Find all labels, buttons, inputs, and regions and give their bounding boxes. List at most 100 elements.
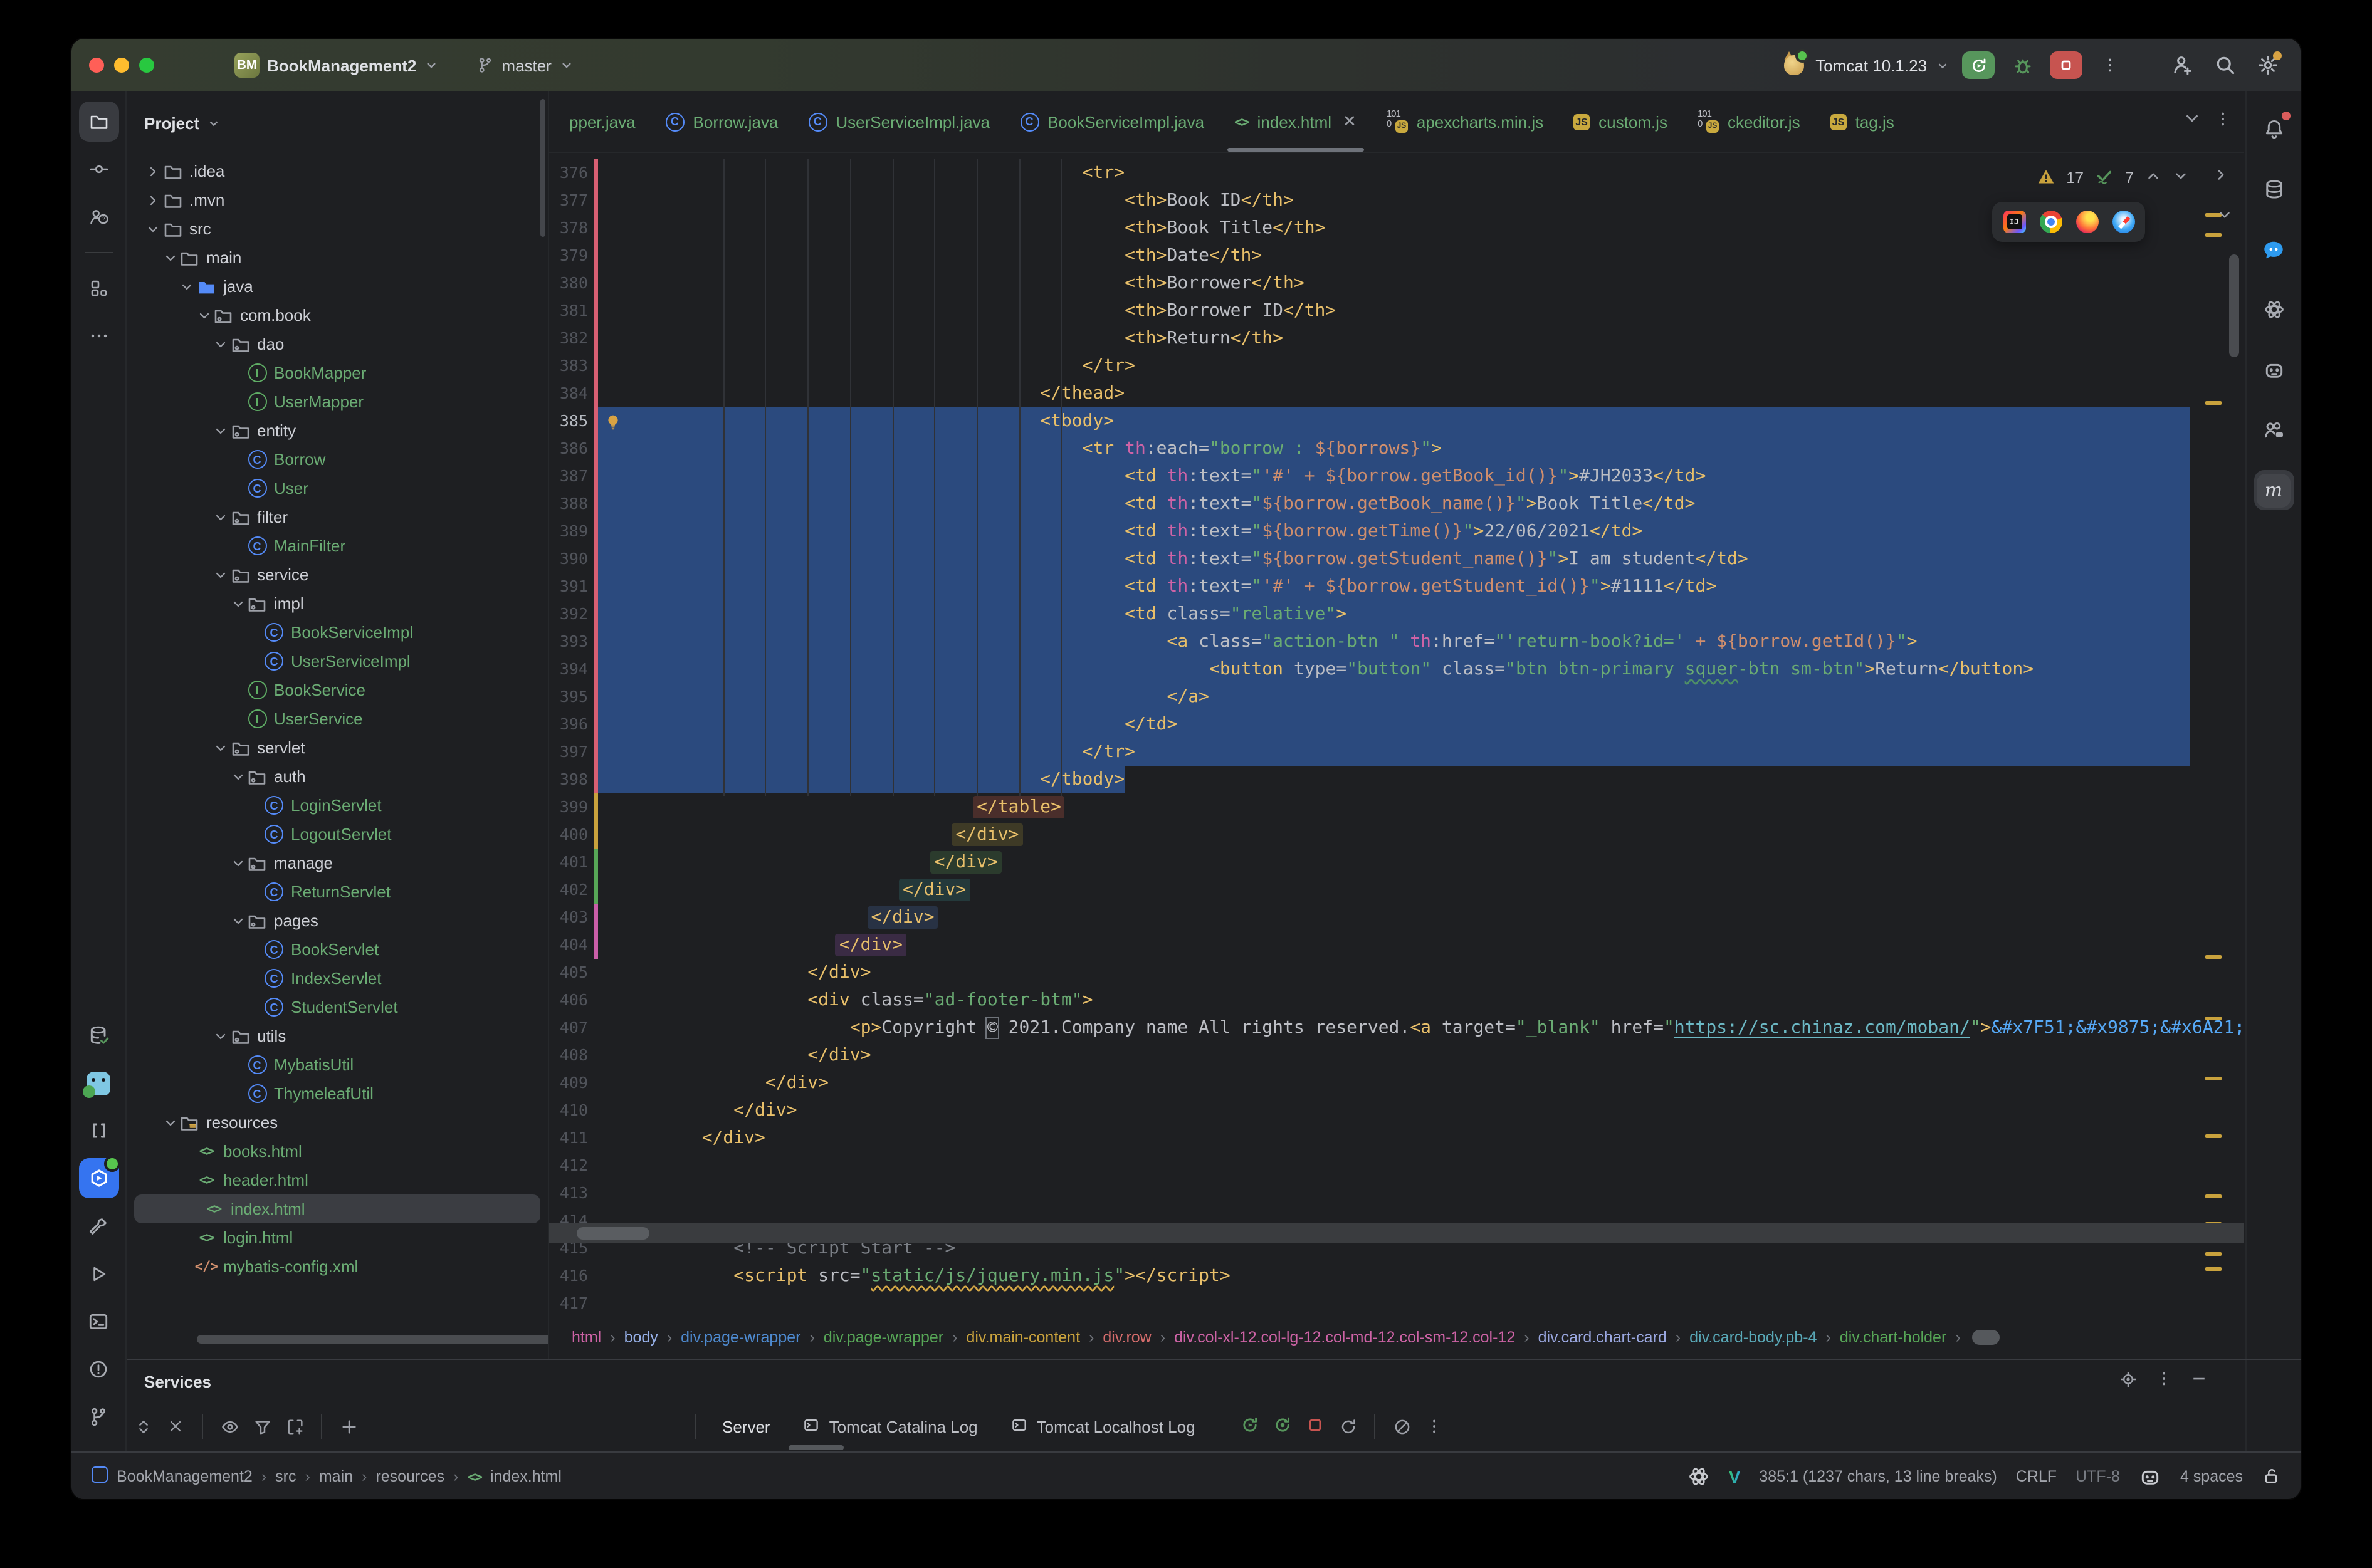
status-file-path[interactable]: BookManagement2 › src › main › resources › <> ind…	[92, 1466, 562, 1486]
indent-style[interactable]: 4 spaces	[2180, 1467, 2243, 1485]
chevron-right-icon[interactable]	[144, 192, 162, 207]
v-plugin-icon[interactable]: V	[1729, 1466, 1741, 1486]
chevron-down-icon[interactable]	[212, 740, 229, 755]
code-line-408[interactable]: 408 </div>	[549, 1042, 2244, 1069]
editor-vertical-scrollbar[interactable]	[2229, 254, 2239, 357]
run-icon[interactable]	[78, 1253, 118, 1294]
problems-icon[interactable]	[78, 1349, 118, 1389]
path-segment[interactable]: resources	[375, 1467, 444, 1485]
options-kebab-icon[interactable]	[2155, 1370, 2173, 1393]
code-line-380[interactable]: 380 <th>Borrower</th>	[549, 269, 2244, 297]
build-icon[interactable]	[78, 1206, 118, 1246]
tree-item-BookServiceImpl[interactable]: C BookServiceImpl	[127, 618, 548, 647]
inspections-widget[interactable]: 17 7	[2037, 167, 2189, 189]
tree-item-dao[interactable]: dao	[127, 330, 548, 358]
tree-item-utils[interactable]: utils	[127, 1022, 548, 1050]
tree-item-service[interactable]: service	[127, 560, 548, 589]
notifications-icon[interactable]	[2254, 109, 2294, 149]
css-tool-icon[interactable]	[78, 1111, 118, 1151]
chevron-down-icon[interactable]	[212, 337, 229, 352]
stop-button[interactable]	[2050, 51, 2082, 79]
chevron-down-icon[interactable]	[212, 510, 229, 525]
services-more-kebab-icon[interactable]	[1419, 1410, 1451, 1443]
code-line-413[interactable]: 413	[549, 1179, 2244, 1207]
code-line-387[interactable]: 387 <td th:text="'#' + ${borrow.getBook_i…	[549, 463, 2244, 490]
code-line-396[interactable]: 396 </td>	[549, 711, 2244, 738]
code-line-389[interactable]: 389 <td th:text="${borrow.getTime()}">22/…	[549, 518, 2244, 545]
tree-item-IndexServlet[interactable]: C IndexServlet	[127, 964, 548, 993]
chevron-down-icon[interactable]	[229, 913, 246, 928]
tab-UserServiceImpl.java[interactable]: C UserServiceImpl.java	[793, 91, 1005, 152]
debug-button[interactable]	[2007, 50, 2037, 80]
chevron-right-icon[interactable]	[144, 164, 162, 179]
tree-item-resources[interactable]: resources	[127, 1108, 548, 1137]
tree-item-UserService[interactable]: I UserService	[127, 704, 548, 733]
window-controls[interactable]	[89, 58, 154, 73]
ai-chat-icon[interactable]	[2254, 229, 2294, 269]
structure-icon[interactable]	[78, 268, 118, 308]
intention-bulb-icon[interactable]	[604, 412, 622, 440]
tree-item-entity[interactable]: entity	[127, 416, 548, 445]
chevron-down-icon[interactable]	[229, 769, 246, 784]
commit-icon[interactable]	[78, 149, 118, 189]
database-changes-icon[interactable]	[78, 1015, 118, 1055]
search-everywhere-icon[interactable]	[2210, 50, 2240, 80]
tree-item-pages[interactable]: pages	[127, 906, 548, 935]
code-line-393[interactable]: 393 <a class="action-btn " th:href="'retu…	[549, 628, 2244, 656]
tree-item-servlet[interactable]: servlet	[127, 733, 548, 762]
open-new-tab-icon[interactable]	[278, 1410, 311, 1443]
tree-item-.idea[interactable]: .idea	[127, 157, 548, 186]
services-tab-Tomcat Catalina Log[interactable]: Tomcat Catalina Log	[787, 1403, 994, 1450]
tree-item-MainFilter[interactable]: C MainFilter	[127, 531, 548, 560]
openai-plugin-icon[interactable]	[2254, 290, 2294, 330]
caret-position[interactable]: 385:1 (1237 chars, 13 line breaks)	[1759, 1467, 1997, 1485]
tree-item-login.html[interactable]: <> login.html	[127, 1223, 548, 1252]
close-tab-icon[interactable]: ✕	[1343, 112, 1357, 132]
tab-custom.js[interactable]: JS custom.js	[1558, 91, 1682, 152]
more-actions-kebab-icon[interactable]	[2095, 50, 2125, 80]
code-line-384[interactable]: 384 </thead>	[549, 380, 2244, 407]
chevron-down-icon[interactable]	[195, 308, 213, 323]
file-writable-icon[interactable]	[2262, 1466, 2280, 1485]
code-line-411[interactable]: 411 </div>	[549, 1124, 2244, 1152]
tree-item-.mvn[interactable]: .mvn	[127, 186, 548, 214]
code-line-398[interactable]: 398 </tbody>	[549, 766, 2244, 793]
chevron-down-icon[interactable]	[161, 1115, 179, 1130]
code-line-383[interactable]: 383 </tr>	[549, 352, 2244, 380]
tab-apexcharts.min.js[interactable]: 101 0 JS apexcharts.min.js	[1372, 91, 1558, 152]
services-icon[interactable]	[78, 1156, 120, 1198]
tree-item-impl[interactable]: impl	[127, 589, 548, 618]
code-line-417[interactable]: 417	[549, 1290, 2244, 1315]
next-problem-chevron-icon[interactable]	[2173, 168, 2189, 188]
tab-options-kebab-icon[interactable]	[2214, 110, 2232, 133]
deploy-icon[interactable]	[1386, 1410, 1419, 1443]
breadcrumb-item[interactable]: body	[624, 1328, 658, 1346]
intellij-browser-icon[interactable]	[2003, 211, 2025, 233]
line-separator[interactable]: CRLF	[2016, 1467, 2057, 1485]
path-segment[interactable]: BookManagement2	[117, 1467, 253, 1485]
tree-item-auth[interactable]: auth	[127, 762, 548, 791]
tree-item-com.book[interactable]: com.book	[127, 301, 548, 330]
tab-tag.js[interactable]: JS tag.js	[1815, 91, 1909, 152]
tab-pper.java[interactable]: pper.java	[554, 91, 651, 152]
codegpt-icon[interactable]	[2254, 350, 2294, 390]
code-line-381[interactable]: 381 <th>Borrower ID</th>	[549, 297, 2244, 325]
code-line-399[interactable]: 399 </table>	[549, 793, 2244, 821]
code-line-407[interactable]: 407 <p>Copyright © 2021.Company name All …	[549, 1014, 2244, 1042]
code-line-379[interactable]: 379 <th>Date</th>	[549, 242, 2244, 269]
code-line-376[interactable]: 376 <tr>	[549, 159, 2244, 187]
chevron-down-icon[interactable]	[229, 855, 246, 870]
run-configuration[interactable]: Tomcat 10.1.23	[1782, 49, 1950, 78]
project-widget[interactable]: BM BookManagement2	[224, 48, 449, 83]
minimize-window-button[interactable]	[114, 58, 129, 73]
code-editor[interactable]: 376 <tr> 377 <th>Book ID</th> 378 <th>Book Ti…	[549, 157, 2244, 1315]
code-line-406[interactable]: 406 <div class="ad-footer-btm">	[549, 986, 2244, 1014]
close-service-icon[interactable]	[159, 1410, 192, 1443]
tab-index.html[interactable]: <> index.html ✕	[1219, 91, 1372, 152]
tree-item-UserMapper[interactable]: I UserMapper	[127, 387, 548, 416]
version-control-icon[interactable]	[78, 1396, 118, 1436]
code-line-404[interactable]: 404 </div>	[549, 931, 2244, 959]
tree-item-LogoutServlet[interactable]: C LogoutServlet	[127, 820, 548, 849]
contacts-chat-icon[interactable]	[2254, 410, 2294, 450]
firefox-browser-icon[interactable]	[2076, 211, 2098, 233]
